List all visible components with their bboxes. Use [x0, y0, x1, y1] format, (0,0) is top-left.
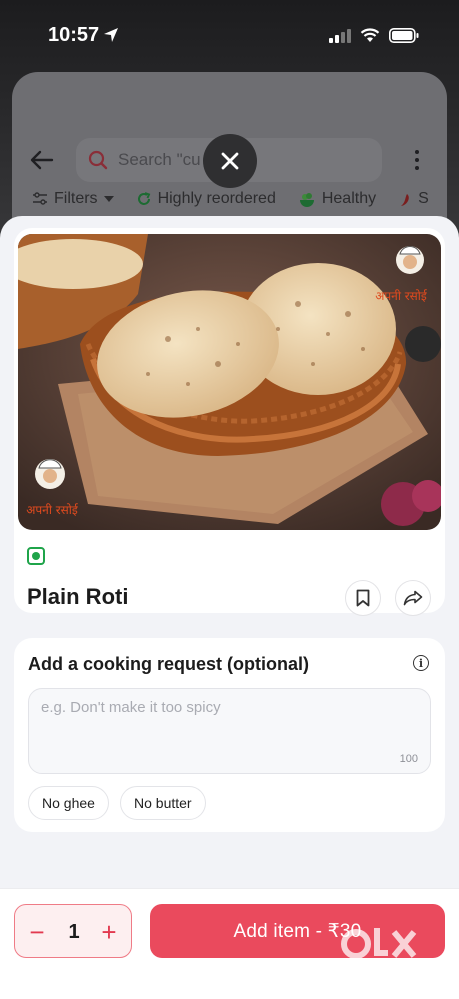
highly-reordered-chip: Highly reordered	[136, 190, 276, 208]
brand-watermark-top: अपनी रसोई	[375, 289, 428, 303]
close-button[interactable]	[203, 134, 257, 188]
filter-chip: Filters	[32, 190, 114, 208]
status-time: 10:57	[48, 24, 100, 46]
char-limit-counter: 100	[399, 753, 418, 765]
search-icon	[88, 150, 108, 170]
decrease-quantity-button[interactable]: −	[17, 905, 57, 959]
share-button[interactable]	[395, 580, 431, 616]
bookmark-icon	[356, 589, 370, 607]
cooking-request-card: Add a cooking request (optional) i e.g. …	[14, 638, 445, 832]
filter-chip-label: Filters	[54, 190, 98, 207]
brand-watermark-bottom: अपनी रसोई	[26, 503, 79, 517]
increase-quantity-button[interactable]: +	[89, 905, 129, 959]
cooking-request-placeholder: e.g. Don't make it too spicy	[41, 699, 221, 716]
close-icon	[221, 152, 239, 170]
sliders-icon	[33, 192, 47, 205]
highly-reordered-chip-label: Highly reordered	[157, 190, 276, 207]
leaf-bowl-icon	[299, 193, 314, 207]
caret-down-icon	[103, 196, 114, 202]
share-arrow-icon	[403, 590, 423, 606]
item-name: Plain Roti	[27, 584, 129, 609]
signal-icon	[329, 28, 351, 43]
battery-icon	[389, 28, 419, 43]
cooking-request-title: Add a cooking request (optional)	[28, 654, 310, 674]
olx-watermark-logo	[341, 928, 417, 959]
veg-indicator-icon	[27, 547, 45, 565]
item-card: अपनी रसोई अपनी रसोई Plain Roti	[14, 228, 445, 616]
chili-icon	[401, 194, 409, 206]
info-icon[interactable]: i	[413, 655, 429, 671]
status-bar: 10:57	[0, 0, 459, 70]
back-arrow-icon	[20, 136, 64, 184]
wifi-icon	[360, 28, 380, 42]
background-search-placeholder: Search "cu	[118, 150, 201, 169]
quantity-stepper: − 1 +	[14, 904, 132, 958]
cooking-request-input[interactable]: e.g. Don't make it too spicy 100	[28, 688, 431, 774]
item-bottom-sheet: अपनी रसोई अपनी रसोई Plain Roti Add a coo…	[0, 216, 459, 999]
quick-option-no-ghee[interactable]: No ghee	[28, 786, 109, 820]
spicy-chip-label: S	[418, 190, 429, 207]
refresh-icon	[137, 192, 150, 205]
quick-option-no-butter[interactable]: No butter	[120, 786, 206, 820]
quantity-value: 1	[68, 920, 80, 943]
location-arrow-icon	[104, 28, 118, 42]
healthy-chip-label: Healthy	[321, 190, 377, 207]
more-options-icon	[405, 136, 429, 184]
spicy-chip: S	[398, 190, 429, 208]
background-filter-chips: Filters Highly reordered Healthy S	[32, 190, 429, 208]
bookmark-button[interactable]	[345, 580, 381, 616]
item-image: अपनी रसोई अपनी रसोई	[18, 234, 441, 530]
healthy-chip: Healthy	[298, 190, 376, 208]
